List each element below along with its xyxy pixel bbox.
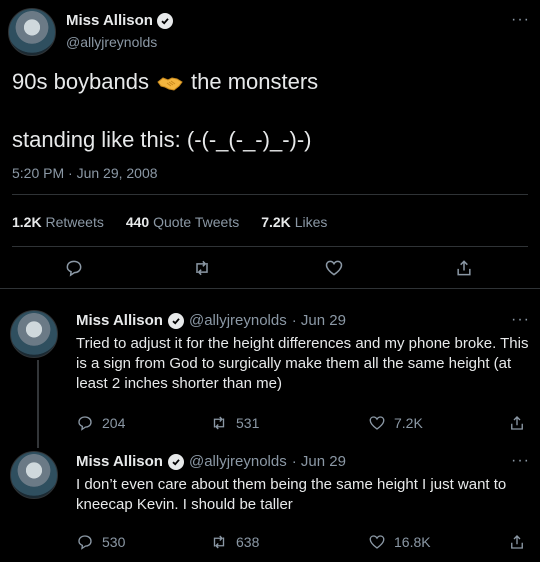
like-count: 7.2K <box>394 415 423 431</box>
reply-button[interactable]: 204 <box>76 414 125 432</box>
retweets-count: 1.2K <box>12 214 42 230</box>
author-name[interactable]: Miss Allison <box>66 12 173 29</box>
tweet-text-line-2: standing like this: (-(-_(-_-)_-)-) <box>12 127 312 152</box>
likes-count: 7.2K <box>261 214 291 230</box>
avatar[interactable] <box>10 451 58 499</box>
more-options-icon[interactable]: ··· <box>511 312 530 328</box>
reply-button[interactable]: 530 <box>76 533 125 551</box>
share-icon <box>511 416 523 430</box>
reply-icon <box>78 535 92 550</box>
more-options-icon[interactable]: ··· <box>511 12 530 28</box>
author-name-text[interactable]: Miss Allison <box>66 12 153 29</box>
author-handle[interactable]: @allyjreynolds <box>189 312 287 329</box>
retweet-button[interactable]: 638 <box>210 533 259 551</box>
tweet-timestamp[interactable]: 5:20 PM · Jun 29, 2008 <box>12 165 158 181</box>
retweet-icon <box>213 416 225 430</box>
reply-text: Tried to adjust it for the height differ… <box>76 335 529 392</box>
like-icon[interactable] <box>324 258 348 282</box>
retweet-icon <box>213 535 225 549</box>
like-icon <box>369 416 385 430</box>
reply-date[interactable]: · Jun 29 <box>292 453 346 470</box>
reply-tweet[interactable]: Miss Allison @allyjreynolds · Jun 29 ···… <box>0 310 540 446</box>
share-button[interactable] <box>508 533 526 551</box>
divider <box>12 246 528 247</box>
quotes-label: Quote Tweets <box>153 214 240 230</box>
avatar[interactable] <box>8 8 56 56</box>
verified-badge-icon <box>167 453 184 470</box>
tweet-text-line-1: 90s boybands the monsters <box>12 68 318 96</box>
tweet-actions <box>0 256 540 284</box>
quotes-count: 440 <box>125 214 150 230</box>
share-icon <box>511 535 523 549</box>
handshake-emoji-icon <box>157 72 183 92</box>
tweet-text-part: 90s boybands <box>12 69 149 94</box>
retweet-count: 638 <box>236 534 260 550</box>
divider <box>0 288 540 289</box>
share-icon[interactable] <box>454 258 478 282</box>
like-count: 16.8K <box>394 534 431 550</box>
likes-label: Likes <box>294 214 328 230</box>
retweets-label: Retweets <box>45 214 104 230</box>
reply-actions: 530 638 16.8K <box>76 533 531 555</box>
reply-actions: 204 531 7.2K <box>76 414 531 436</box>
like-button[interactable]: 16.8K <box>368 533 431 551</box>
reply-text: I don’t even care about them being the s… <box>76 476 507 513</box>
divider <box>12 194 528 195</box>
author-handle[interactable]: @allyjreynolds <box>66 34 157 50</box>
quotes-stat[interactable]: 440 Quote Tweets <box>126 214 239 230</box>
reply-date[interactable]: · Jun 29 <box>292 312 346 329</box>
reply-icon[interactable] <box>64 258 88 282</box>
retweet-count: 531 <box>236 415 260 431</box>
likes-stat[interactable]: 7.2K Likes <box>261 214 327 230</box>
more-options-icon[interactable]: ··· <box>511 453 530 469</box>
author-handle[interactable]: @allyjreynolds <box>189 453 287 470</box>
avatar[interactable] <box>10 310 58 358</box>
retweet-icon[interactable] <box>192 258 216 282</box>
verified-badge-icon <box>156 12 173 29</box>
reply-header: Miss Allison @allyjreynolds · Jun 29 <box>76 312 346 329</box>
tweet-text-part: the monsters <box>191 69 319 94</box>
author-name[interactable]: Miss Allison <box>76 453 163 470</box>
verified-badge-icon <box>167 312 184 329</box>
share-button[interactable] <box>508 414 526 432</box>
author-name[interactable]: Miss Allison <box>76 312 163 329</box>
retweets-stat[interactable]: 1.2K Retweets <box>12 214 104 230</box>
reply-count: 204 <box>102 415 126 431</box>
reply-header: Miss Allison @allyjreynolds · Jun 29 <box>76 453 346 470</box>
like-icon <box>369 535 385 549</box>
reply-icon <box>78 416 92 431</box>
like-button[interactable]: 7.2K <box>368 414 423 432</box>
retweet-button[interactable]: 531 <box>210 414 259 432</box>
tweet-stats: 1.2K Retweets 440 Quote Tweets 7.2K Like… <box>12 214 327 230</box>
reply-tweet[interactable]: Miss Allison @allyjreynolds · Jun 29 ···… <box>0 451 540 561</box>
reply-count: 530 <box>102 534 126 550</box>
